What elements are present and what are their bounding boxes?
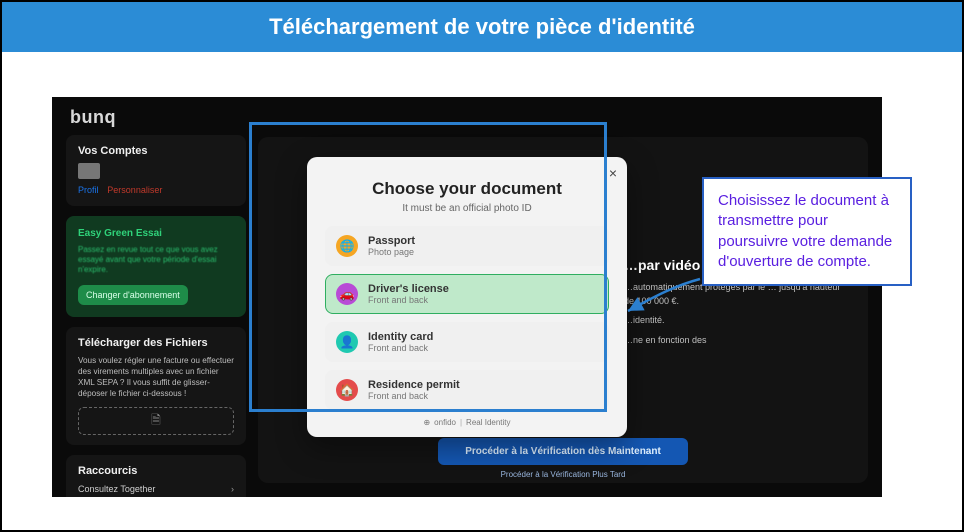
banner: Téléchargement de votre pièce d'identité [2, 2, 962, 52]
close-icon[interactable]: × [609, 165, 617, 181]
document-option-subtitle: Front and back [368, 391, 460, 401]
document-option-title: Residence permit [368, 379, 460, 391]
document-option-title: Driver's license [368, 283, 449, 295]
modal-subtitle: It must be an official photo ID [325, 203, 609, 214]
stage: bunq Vos Comptes Profil Personnaliser Ea… [2, 52, 962, 530]
document-option-subtitle: Front and back [368, 295, 449, 305]
modal-footer: ⊕ onfido | Real Identity [325, 418, 609, 427]
modal-footer-link[interactable]: Real Identity [466, 418, 510, 427]
modal-title: Choose your document [325, 179, 609, 199]
document-option-icon: 🌐 [336, 235, 358, 257]
document-option[interactable]: 🚗 Driver's licenseFront and back [325, 274, 609, 314]
document-options: 🌐PassportPhoto page🚗Driver's licenseFron… [325, 226, 609, 410]
document-option-subtitle: Front and back [368, 343, 433, 353]
document-option-labels: PassportPhoto page [368, 235, 415, 257]
document-option[interactable]: 🏠 Residence permitFront and back [325, 370, 609, 410]
callout-text: Choisissez le document à transmettre pou… [718, 192, 892, 270]
document-option-subtitle: Photo page [368, 247, 415, 257]
footer-separator: | [460, 418, 462, 427]
document-option-icon: 🚗 [336, 283, 358, 305]
document-option-labels: Residence permitFront and back [368, 379, 460, 401]
banner-title: Téléchargement de votre pièce d'identité [269, 14, 695, 39]
document-option-icon: 👤 [336, 331, 358, 353]
onfido-logo-icon: ⊕ [423, 418, 430, 427]
choose-document-modal: × Choose your document It must be an off… [307, 157, 627, 437]
document-option-title: Identity card [368, 331, 433, 343]
document-option[interactable]: 👤 Identity cardFront and back [325, 322, 609, 362]
annotation-callout: Choisissez le document à transmettre pou… [702, 177, 912, 286]
document-option[interactable]: 🌐 PassportPhoto page [325, 226, 609, 266]
document-option-title: Passport [368, 235, 415, 247]
document-option-icon: 🏠 [336, 379, 358, 401]
app-screenshot: bunq Vos Comptes Profil Personnaliser Ea… [52, 97, 882, 497]
slide-frame: Téléchargement de votre pièce d'identité… [0, 0, 964, 532]
modal-overlay: × Choose your document It must be an off… [52, 97, 882, 497]
document-option-labels: Driver's licenseFront and back [368, 283, 449, 305]
document-option-labels: Identity cardFront and back [368, 331, 433, 353]
modal-footer-brand: onfido [434, 418, 456, 427]
